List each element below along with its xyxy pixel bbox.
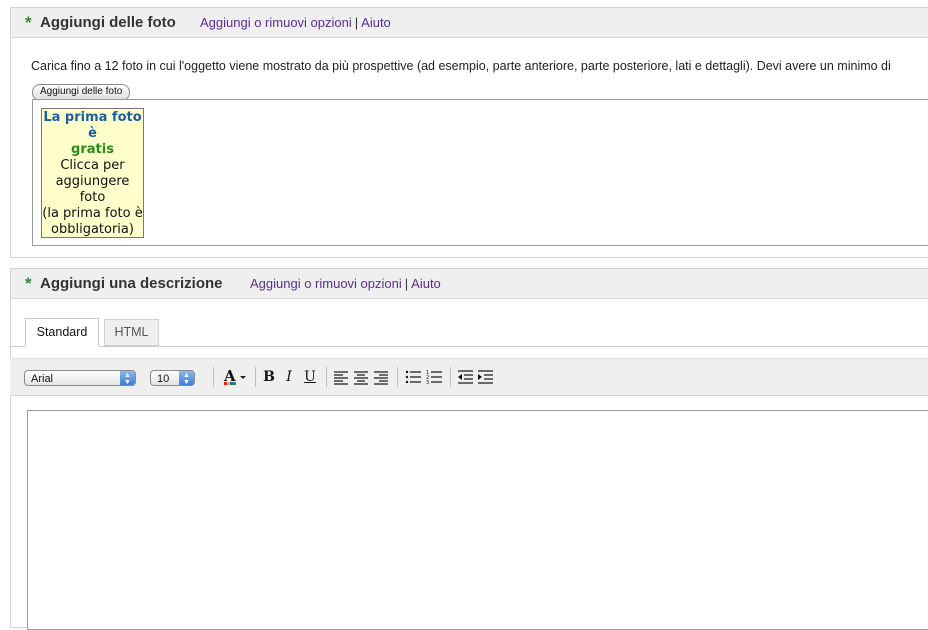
description-section-title: Aggiungi una descrizione xyxy=(40,275,223,292)
toolbar-separator xyxy=(326,367,327,387)
bulleted-list-button[interactable] xyxy=(405,367,422,387)
tab-standard[interactable]: Standard xyxy=(25,318,99,347)
bold-button[interactable]: B xyxy=(261,367,277,387)
font-color-button[interactable]: A xyxy=(222,367,250,387)
photos-section-header: * Aggiungi delle foto Aggiungi o rimuovi… xyxy=(11,8,928,38)
photos-header-links: Aggiungi o rimuovi opzioni | Aiuto xyxy=(200,15,391,31)
svg-text:3: 3 xyxy=(426,380,429,386)
numbered-list-button[interactable]: 123 xyxy=(426,367,443,387)
select-arrows-icon: ▲ ▼ xyxy=(179,371,194,386)
tab-divider xyxy=(10,346,928,347)
align-right-button[interactable] xyxy=(373,367,389,387)
photos-section-title: Aggiungi delle foto xyxy=(40,14,176,31)
photos-intro-text: Carica fino a 12 foto in cui l'oggetto v… xyxy=(31,59,891,73)
font-family-value: Arial xyxy=(31,373,54,385)
photos-options-link[interactable]: Aggiungi o rimuovi opzioni xyxy=(200,15,352,30)
slot-line-required: (la prima foto è obbligatoria) xyxy=(42,206,143,237)
font-size-select[interactable]: 10 ▲ ▼ xyxy=(150,370,195,386)
slot-line-click-to-add: Clicca per aggiungere foto xyxy=(55,158,130,205)
align-left-icon xyxy=(334,371,348,385)
description-options-link[interactable]: Aggiungi o rimuovi opzioni xyxy=(250,276,402,291)
select-arrows-icon: ▲ ▼ xyxy=(120,371,135,386)
indent-button[interactable] xyxy=(477,367,494,387)
indent-icon xyxy=(478,370,493,384)
align-left-button[interactable] xyxy=(333,367,349,387)
required-star-icon: * xyxy=(25,13,32,32)
toolbar-separator xyxy=(397,367,398,387)
toolbar-separator xyxy=(450,367,451,387)
toolbar-separator xyxy=(255,367,256,387)
description-help-link[interactable]: Aiuto xyxy=(411,276,441,291)
description-editor[interactable] xyxy=(27,410,928,630)
slot-line-first-photo: La prima foto xyxy=(43,110,142,125)
font-color-icon: A xyxy=(223,367,246,385)
tab-html[interactable]: HTML xyxy=(104,319,159,346)
required-star-icon: * xyxy=(25,274,32,293)
numbered-list-icon: 123 xyxy=(426,370,442,386)
link-separator: | xyxy=(354,15,359,30)
underline-button[interactable]: U xyxy=(302,367,318,387)
font-family-select[interactable]: Arial ▲ ▼ xyxy=(24,370,136,386)
italic-button[interactable]: I xyxy=(282,367,296,387)
link-separator: | xyxy=(404,276,409,291)
slot-line-free: gratis xyxy=(71,142,114,157)
first-photo-slot[interactable]: La prima foto è gratis Clicca per aggiun… xyxy=(41,108,144,238)
outdent-icon xyxy=(458,370,473,384)
description-section-header: * Aggiungi una descrizione Aggiungi o ri… xyxy=(11,269,928,299)
align-center-button[interactable] xyxy=(353,367,369,387)
editor-toolbar: Arial ▲ ▼ 10 ▲ ▼ A B I U 1 2 3 xyxy=(10,358,928,396)
bulleted-list-icon xyxy=(405,370,421,384)
font-size-value: 10 xyxy=(157,373,170,385)
outdent-button[interactable] xyxy=(457,367,474,387)
photos-help-link[interactable]: Aiuto xyxy=(361,15,391,30)
slot-line-is: è xyxy=(88,126,97,141)
photo-upload-area: La prima foto è gratis Clicca per aggiun… xyxy=(32,99,928,246)
photos-section: * Aggiungi delle foto Aggiungi o rimuovi… xyxy=(10,7,928,258)
description-header-links: Aggiungi o rimuovi opzioni | Aiuto xyxy=(250,276,441,292)
align-right-icon xyxy=(374,371,388,385)
align-center-icon xyxy=(354,371,368,385)
toolbar-separator xyxy=(213,367,214,387)
